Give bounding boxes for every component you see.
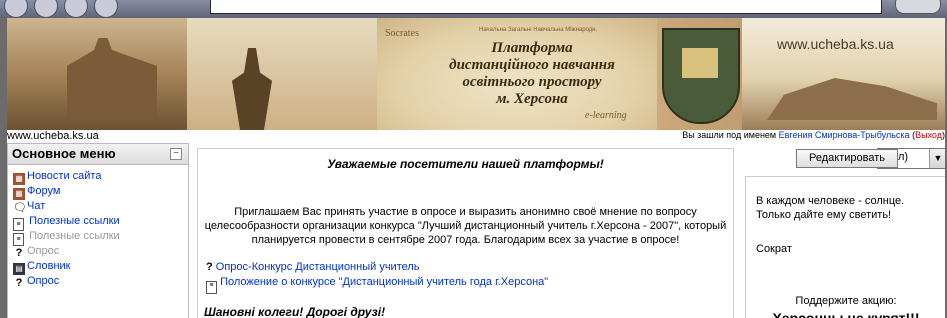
login-info: Вы зашли под именем Евгения Смирнова-Тры… <box>682 130 945 140</box>
menu-item-news[interactable]: ▦ Новости сайта <box>13 169 188 185</box>
main-menu-header: Основное меню − <box>8 144 188 165</box>
contest-regulation-link[interactable]: Положение о конкурсе "Дистанционный учит… <box>220 276 548 288</box>
colleagues-heading: Шановні колеги! Дорогі друзі! <box>204 305 386 318</box>
address-bar[interactable] <box>210 0 882 14</box>
poll-link-row: ? Опрос-Конкурс Дистанционный учитель <box>206 261 420 273</box>
socrates-logo: Socrates <box>385 28 419 39</box>
chat-icon: 🗨 <box>13 202 27 214</box>
banner-title: Платформа дистанційного навчання освітнь… <box>449 40 615 107</box>
support-action-text: Поддержите акцию: <box>795 295 897 307</box>
web-page: Socrates Начальна Загальні Навчальна Між… <box>7 18 945 318</box>
site-banner: Socrates Начальна Загальні Навчальна Між… <box>7 18 945 130</box>
chevron-down-icon[interactable]: ▼ <box>929 149 945 168</box>
question-icon: ? <box>206 261 213 273</box>
menu-item-poll-hidden[interactable]: ? Опрос <box>13 244 188 259</box>
main-menu-list: ▦ Новости сайта ▦ Форум 🗨Чат ≡ Полезные сс… <box>8 169 188 289</box>
question-icon: ? <box>15 247 23 259</box>
welcome-heading: Уважаемые посетители нашей платформы! <box>327 157 604 171</box>
browser-toolbar <box>0 0 947 18</box>
forward-button[interactable] <box>34 0 58 18</box>
quote-author: Сократ <box>756 243 792 255</box>
quote-text: В каждом человеке - солнце. Только дайте… <box>756 195 905 221</box>
stop-button[interactable] <box>64 0 88 18</box>
menu-item-links-hidden[interactable]: ≡ Полезные ссылки <box>13 229 188 246</box>
user-profile-link[interactable]: Евгения Смирнова-Трыбульска <box>779 130 910 140</box>
elearning-label: e-learning <box>585 110 627 121</box>
banner-nav-links[interactable]: Начальна Загальні Навчальна Міжнародн. <box>479 27 597 33</box>
quote-block: В каждом человеке - солнце. Только дайте… <box>745 176 945 318</box>
menu-item-links[interactable]: ≡ Полезные ссылки <box>13 214 188 231</box>
document-icon: ≡ <box>206 281 217 294</box>
no-smoking-slogan: Херсонцы не курят!!! <box>772 310 920 318</box>
question-icon: ? <box>15 277 23 289</box>
back-button[interactable] <box>4 0 28 18</box>
main-menu-title: Основное меню <box>12 146 116 161</box>
go-button[interactable] <box>895 0 941 14</box>
banner-site-url: www.ucheba.ks.ua <box>777 36 894 52</box>
site-url-text: www.ucheba.ks.ua <box>7 130 99 142</box>
menu-item-dictionary[interactable]: ▤ Словник <box>13 259 188 275</box>
menu-item-forum[interactable]: ▦ Форум <box>13 184 188 200</box>
edit-button[interactable]: Редактировать <box>796 149 898 168</box>
poll-contest-link[interactable]: Опрос-Конкурс Дистанционный учитель <box>216 261 420 273</box>
refresh-button[interactable] <box>94 0 118 18</box>
city-coat-of-arms <box>662 28 740 124</box>
regulation-link-row: ≡ Положение о конкурсе "Дистанционный уч… <box>206 276 548 294</box>
invitation-paragraph: Приглашаем Вас принять участие в опросе … <box>204 206 727 246</box>
logout-link[interactable]: Выход <box>915 130 942 140</box>
collapse-block-button[interactable]: − <box>170 148 182 160</box>
main-menu-block: Основное меню − ▦ Новости сайта ▦ Форум 🗨Ч… <box>7 143 189 318</box>
menu-item-poll[interactable]: ? Опрос <box>13 274 188 289</box>
site-news-block: Уважаемые посетители нашей платформы! Пр… <box>197 148 734 318</box>
menu-item-chat[interactable]: 🗨Чат <box>13 199 188 214</box>
crest-tower-icon <box>682 48 718 78</box>
banner-photo-monument <box>187 18 377 130</box>
